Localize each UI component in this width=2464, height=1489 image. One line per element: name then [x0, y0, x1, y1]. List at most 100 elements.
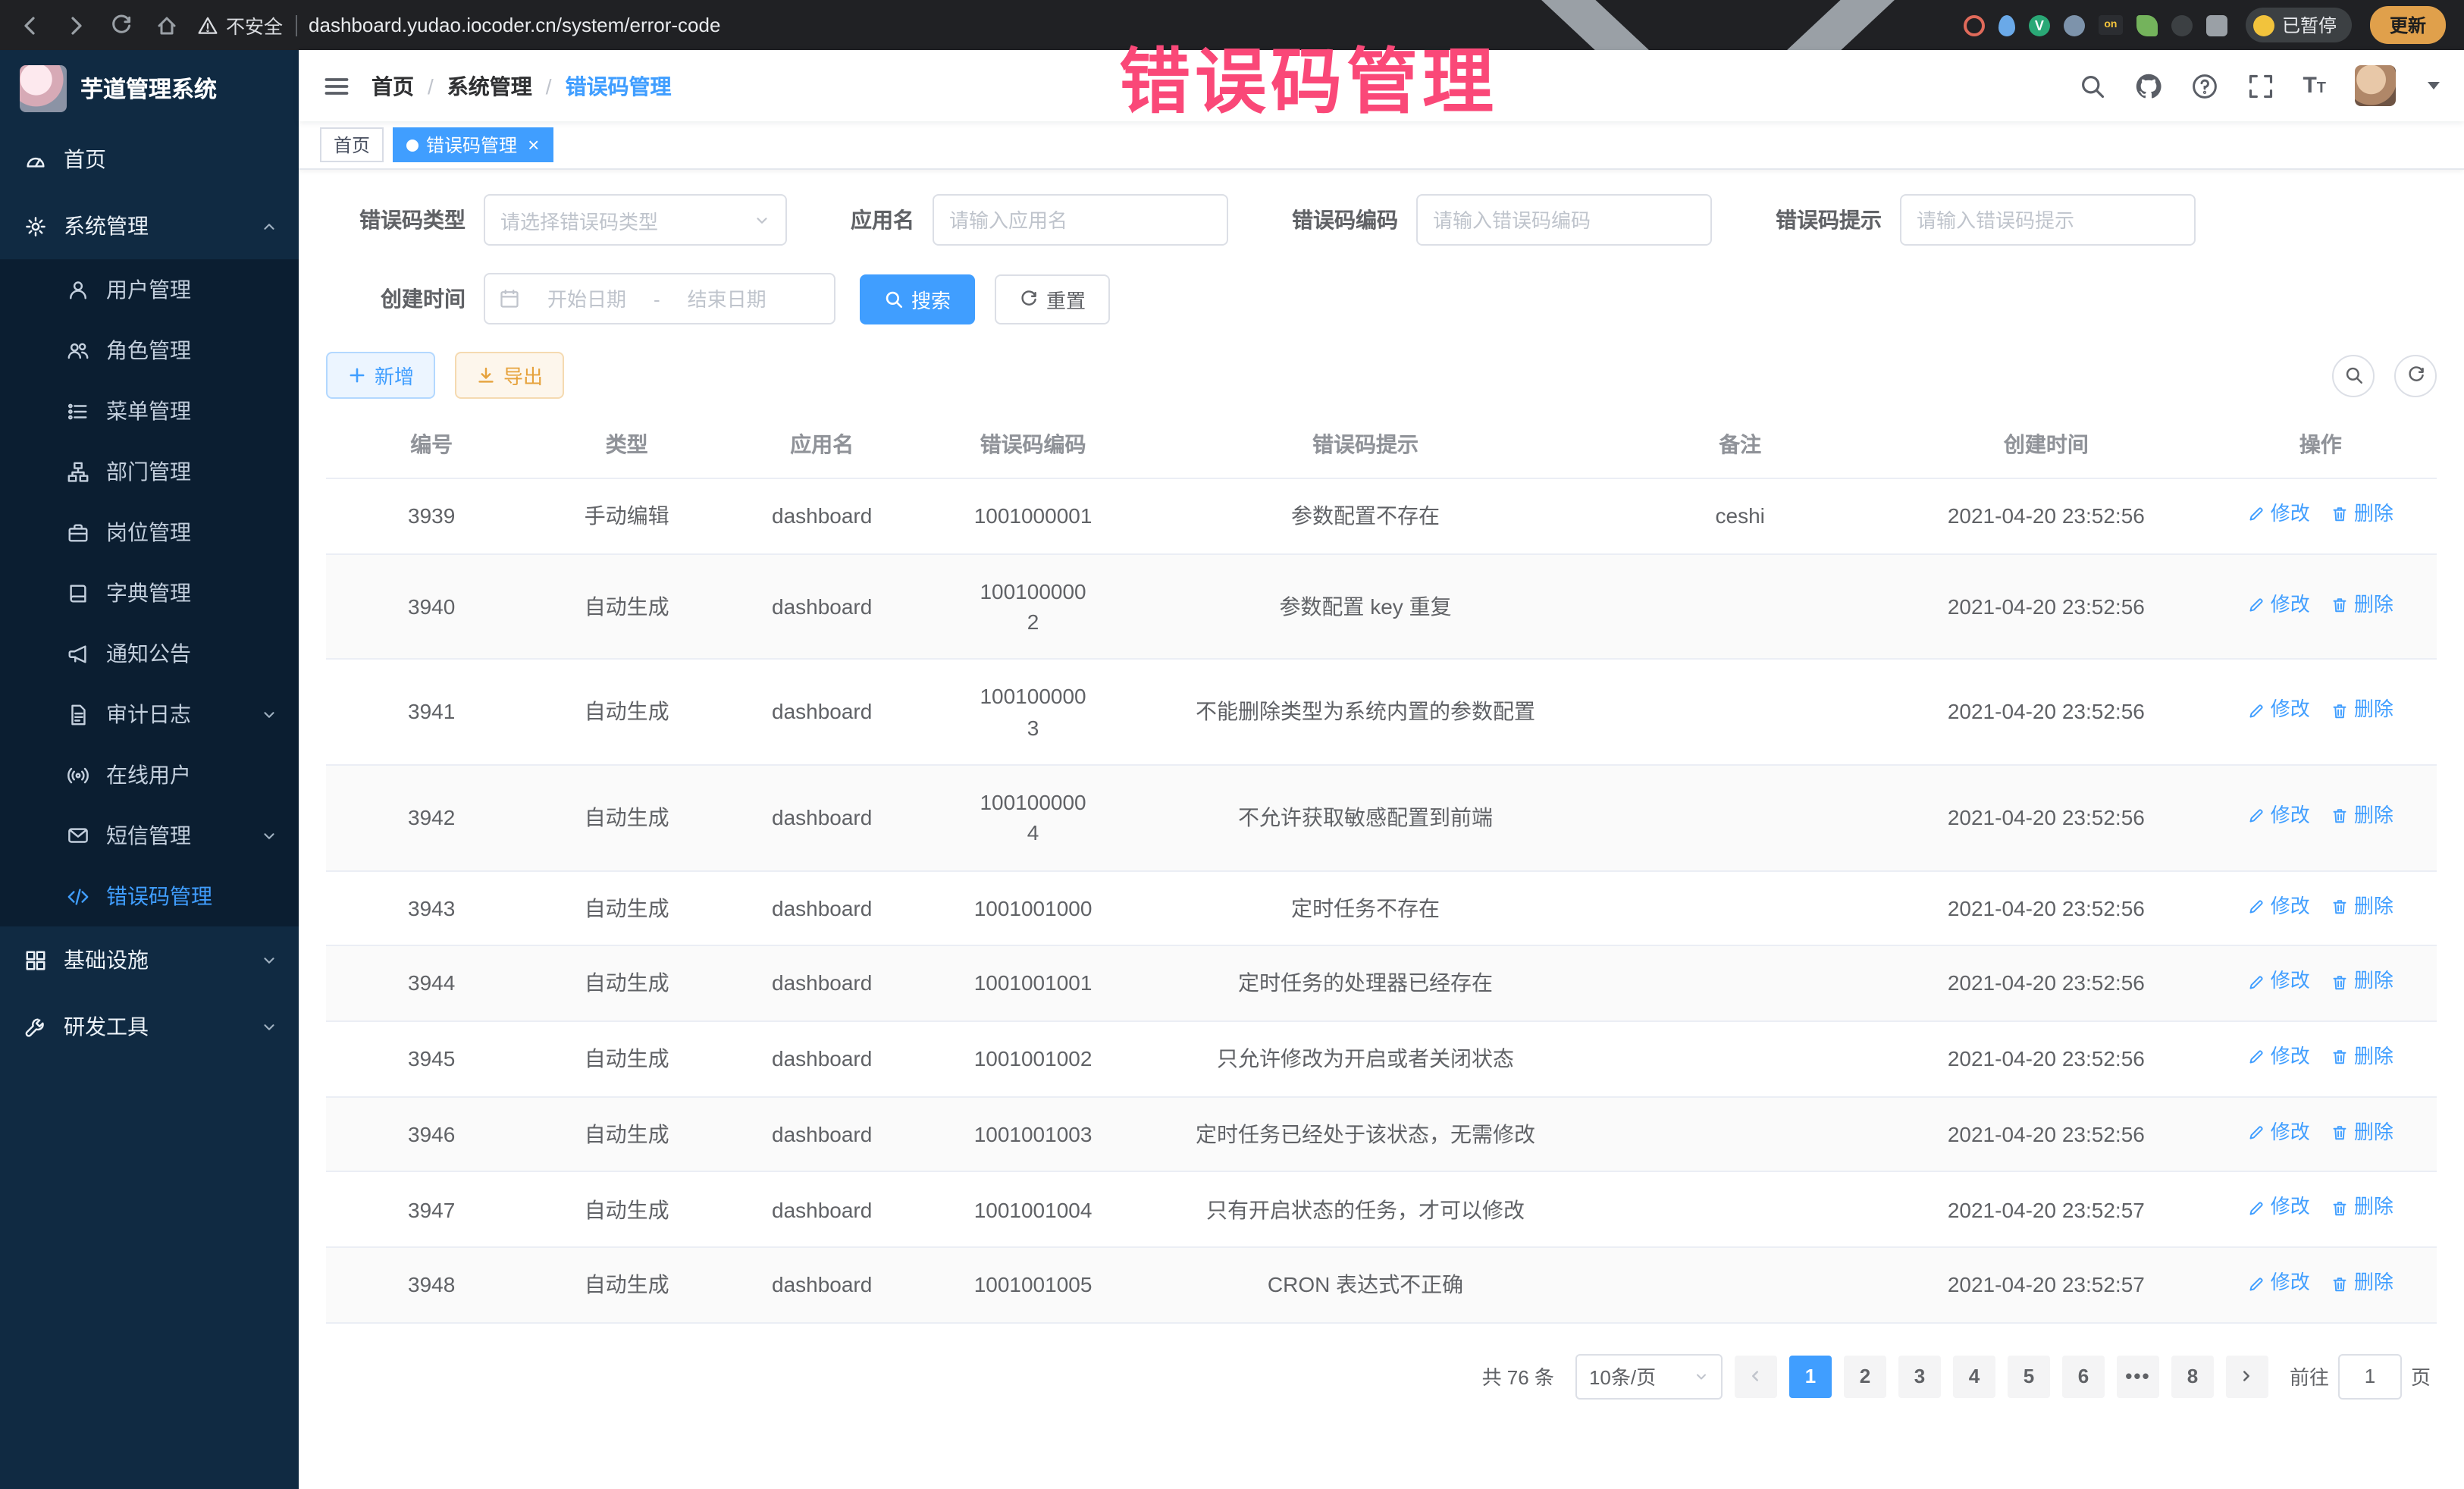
search-icon[interactable] [2078, 72, 2105, 99]
sidebar-item-error-code-management[interactable]: 错误码管理 [0, 866, 299, 926]
edit-label: 修改 [2271, 697, 2310, 726]
forward-icon[interactable] [64, 13, 88, 37]
sidebar-item-infrastructure[interactable]: 基础设施 [0, 926, 299, 993]
back-icon[interactable] [18, 13, 42, 37]
delete-link[interactable]: 删除 [2331, 1194, 2393, 1223]
reset-button[interactable]: 重置 [995, 274, 1110, 324]
delete-link[interactable]: 删除 [2331, 500, 2393, 529]
edit-link[interactable]: 修改 [2248, 591, 2310, 619]
date-range-picker[interactable]: - [484, 273, 835, 324]
goto-label: 前往 [2290, 1362, 2329, 1391]
extension-icon-paw[interactable] [2171, 14, 2193, 36]
delete-link[interactable]: 删除 [2331, 1269, 2393, 1298]
add-button[interactable]: 新增 [326, 352, 435, 399]
security-chip[interactable]: 不安全 [197, 11, 283, 39]
edit-link[interactable]: 修改 [2248, 1043, 2310, 1072]
cell-remark [1592, 660, 1888, 765]
sidebar-item-audit-log[interactable]: 审计日志 [0, 684, 299, 744]
help-icon[interactable] [2190, 72, 2218, 99]
extension-icon-red-circle[interactable] [1964, 14, 1985, 36]
url-text[interactable]: dashboard.yudao.iocoder.cn/system/error-… [309, 14, 720, 36]
tag-item[interactable]: 首页 [320, 127, 384, 162]
edit-link[interactable]: 修改 [2248, 1194, 2310, 1223]
sidebar-item-home[interactable]: 首页 [0, 126, 299, 193]
font-size-icon[interactable]: TT [2303, 74, 2326, 97]
edit-link[interactable]: 修改 [2248, 1118, 2310, 1147]
breadcrumb-item[interactable]: 错误码管理 [566, 71, 672, 101]
sidebar-item-system-management[interactable]: 系统管理 [0, 193, 299, 259]
page-button-5[interactable]: 5 [2008, 1356, 2050, 1398]
breadcrumb-item[interactable]: 系统管理 [447, 71, 532, 101]
search-button[interactable]: 搜索 [860, 274, 975, 324]
tag-active[interactable]: 错误码管理× [393, 127, 553, 162]
extension-icon-blue-drop[interactable] [1998, 14, 2015, 36]
extension-icon-on-badge[interactable]: on [2099, 15, 2123, 35]
page-button-8[interactable]: 8 [2171, 1356, 2214, 1398]
sidebar-item-online-user[interactable]: 在线用户 [0, 744, 299, 805]
extensions-puzzle-icon[interactable] [2206, 14, 2227, 36]
sidebar-item-role-management[interactable]: 角色管理 [0, 320, 299, 381]
cell-remark [1592, 1247, 1888, 1322]
prev-page-button[interactable] [1735, 1356, 1777, 1398]
sidebar-item-sms-management[interactable]: 短信管理 [0, 805, 299, 866]
error-type-select[interactable]: 请选择错误码类型 [484, 194, 787, 246]
sidebar-item-user-management[interactable]: 用户管理 [0, 259, 299, 320]
total-count: 共 76 条 [1482, 1362, 1554, 1391]
sidebar-item-menu-management[interactable]: 菜单管理 [0, 381, 299, 441]
extension-icon-leaf[interactable] [2136, 14, 2158, 36]
edit-link[interactable]: 修改 [2248, 697, 2310, 726]
cell-type: 自动生成 [537, 765, 716, 870]
logo-row[interactable]: 芋道管理系统 [0, 50, 299, 126]
delete-link[interactable]: 删除 [2331, 1043, 2393, 1072]
edit-link[interactable]: 修改 [2248, 892, 2310, 921]
error-hint-input[interactable] [1900, 194, 2196, 246]
delete-link[interactable]: 删除 [2331, 591, 2393, 619]
sidebar-item-dict-management[interactable]: 字典管理 [0, 563, 299, 623]
page-button-4[interactable]: 4 [1953, 1356, 1995, 1398]
error-code-input[interactable] [1416, 194, 1712, 246]
delete-link[interactable]: 删除 [2331, 967, 2393, 996]
pencil-icon [2248, 1049, 2266, 1067]
sidebar-item-notice-management[interactable]: 通知公告 [0, 623, 299, 684]
page-size-select[interactable]: 10条/页 [1575, 1354, 1723, 1400]
start-date-input[interactable] [529, 286, 644, 312]
page-button-6[interactable]: 6 [2062, 1356, 2105, 1398]
edit-link[interactable]: 修改 [2248, 802, 2310, 831]
end-date-input[interactable] [669, 286, 785, 312]
delete-link[interactable]: 删除 [2331, 802, 2393, 831]
cell-app: dashboard [716, 765, 927, 870]
cell-time: 2021-04-20 23:52:56 [1888, 870, 2205, 945]
page-button-2[interactable]: 2 [1844, 1356, 1886, 1398]
extension-icon-green-v[interactable]: V [2029, 14, 2050, 36]
delete-link[interactable]: 删除 [2331, 892, 2393, 921]
home-icon[interactable] [155, 13, 179, 37]
next-page-button[interactable] [2226, 1356, 2268, 1398]
page-ellipsis[interactable]: ••• [2117, 1356, 2159, 1398]
page-button-3[interactable]: 3 [1898, 1356, 1941, 1398]
delete-link[interactable]: 删除 [2331, 1118, 2393, 1147]
tag-close-icon[interactable]: × [528, 135, 539, 155]
update-button[interactable]: 更新 [2370, 6, 2446, 44]
paused-badge[interactable]: 已暂停 [2246, 8, 2352, 42]
breadcrumb-item[interactable]: 首页 [371, 71, 414, 101]
sidebar-item-post-management[interactable]: 岗位管理 [0, 502, 299, 563]
chevron-down-icon[interactable] [2428, 82, 2440, 89]
hamburger-icon[interactable] [323, 72, 350, 99]
toggle-search-button[interactable] [2332, 354, 2375, 397]
edit-link[interactable]: 修改 [2248, 1269, 2310, 1298]
page-button-1[interactable]: 1 [1789, 1356, 1832, 1398]
fullscreen-icon[interactable] [2246, 72, 2274, 99]
export-button[interactable]: 导出 [455, 352, 564, 399]
goto-page-input[interactable] [2338, 1354, 2402, 1400]
edit-link[interactable]: 修改 [2248, 967, 2310, 996]
refresh-table-button[interactable] [2394, 354, 2437, 397]
extension-icon-people[interactable] [2064, 14, 2085, 36]
sidebar-item-dept-management[interactable]: 部门管理 [0, 441, 299, 502]
edit-link[interactable]: 修改 [2248, 500, 2310, 529]
sidebar-item-dev-tools[interactable]: 研发工具 [0, 993, 299, 1060]
user-avatar[interactable] [2355, 65, 2396, 106]
app-name-input[interactable] [933, 194, 1228, 246]
github-icon[interactable] [2134, 72, 2161, 99]
reload-icon[interactable] [109, 13, 133, 37]
delete-link[interactable]: 删除 [2331, 697, 2393, 726]
